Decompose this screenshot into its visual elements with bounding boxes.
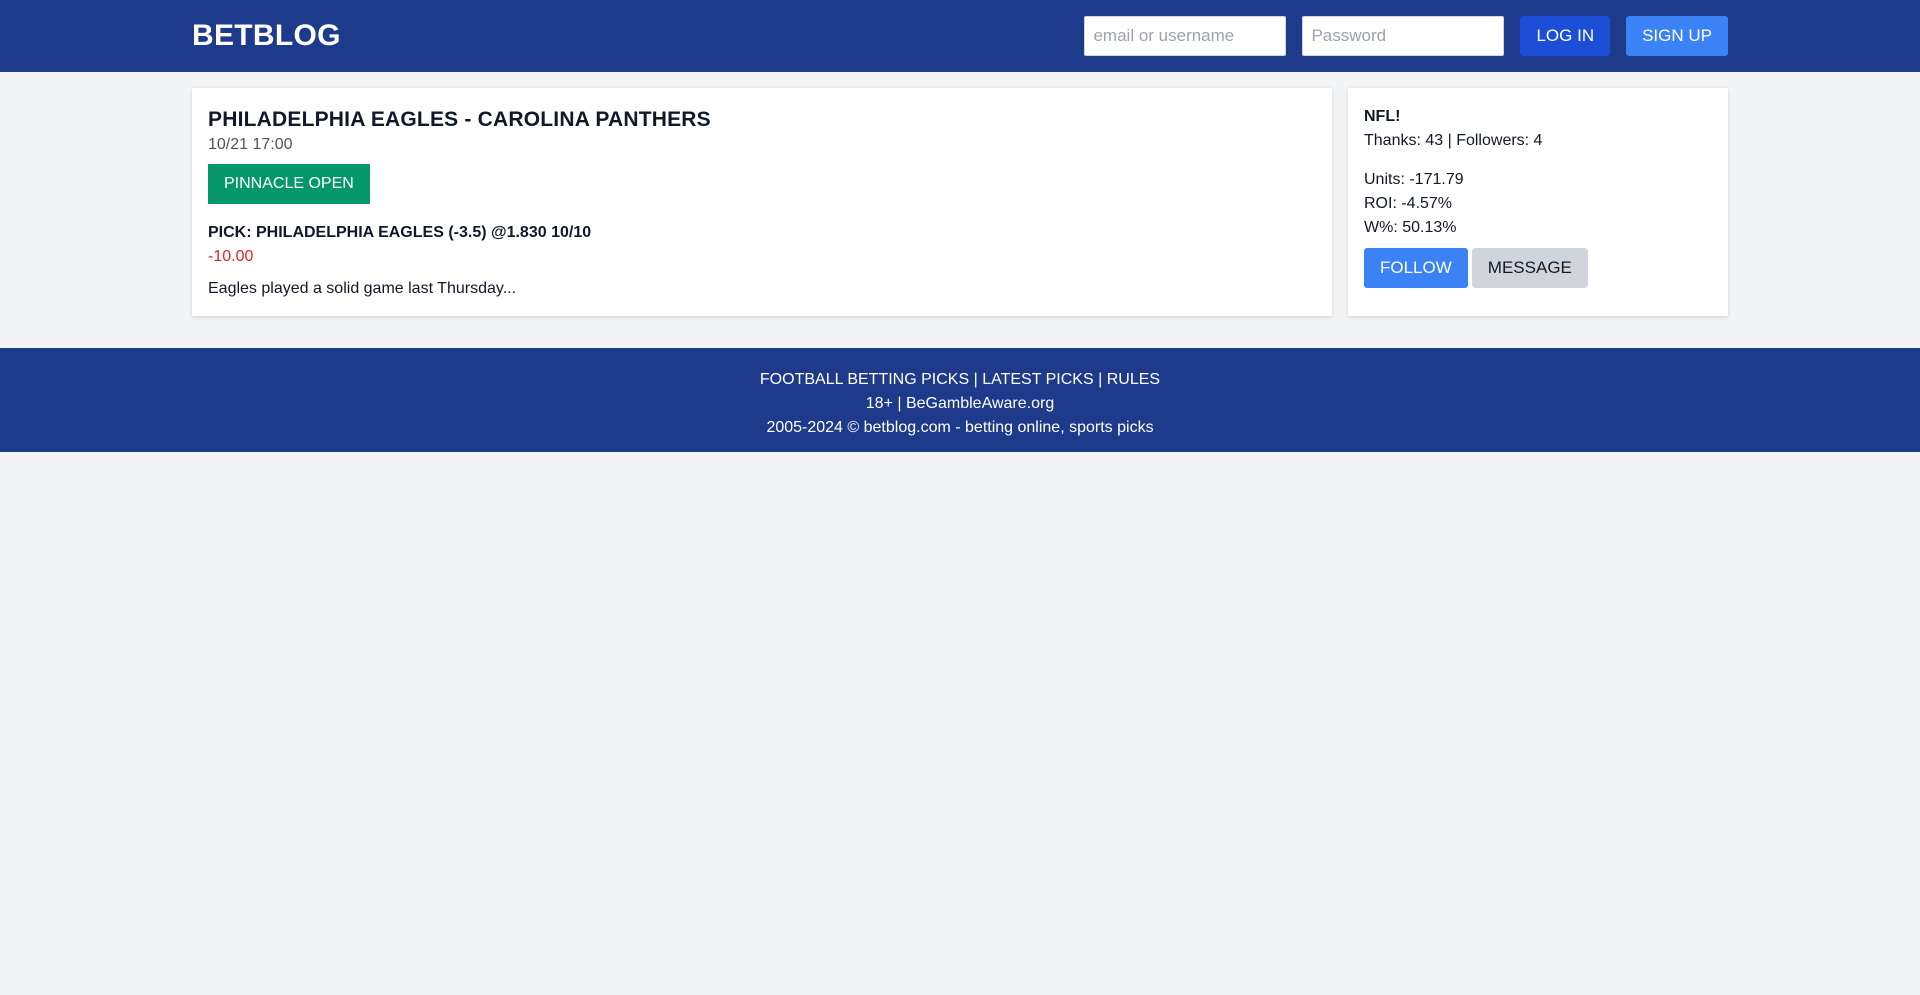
username-input[interactable] <box>1084 16 1287 56</box>
site-logo[interactable]: BETBLOG <box>192 19 341 53</box>
tipster-name[interactable]: NFL! <box>1364 108 1712 126</box>
tipster-stats: Units: -171.79 ROI: -4.57% W%: 50.13% <box>1364 168 1712 240</box>
signup-button[interactable]: SIGN UP <box>1626 16 1728 56</box>
footer-copyright: 2005-2024 © betblog.com - betting online… <box>766 419 1154 436</box>
top-header: BETBLOG LOG IN SIGN UP <box>0 0 1920 72</box>
header-inner: BETBLOG LOG IN SIGN UP <box>192 0 1728 72</box>
pick-comment: Eagles played a solid game last Thursday… <box>208 280 517 297</box>
footer-link-rules[interactable]: RULES <box>1107 371 1160 388</box>
footer-separator: | <box>897 395 902 412</box>
footer-separator: | <box>1098 371 1103 388</box>
footer-links: FOOTBALL BETTING PICKS | LATEST PICKS | … <box>0 368 1920 392</box>
match-datetime: 10/21 17:00 <box>208 136 293 153</box>
footer-separator: | <box>973 371 978 388</box>
tipster-roi: ROI: -4.57% <box>1364 195 1453 212</box>
password-input[interactable] <box>1302 16 1505 56</box>
match-title: PHILADELPHIA EAGLES - CAROLINA PANTHERS <box>208 108 711 131</box>
login-button[interactable]: LOG IN <box>1520 16 1611 56</box>
tipster-card: NFL! Thanks: 43 | Followers: 4 Units: -1… <box>1348 88 1728 316</box>
footer-link-football-picks[interactable]: FOOTBALL BETTING PICKS <box>760 371 969 388</box>
site-footer: FOOTBALL BETTING PICKS | LATEST PICKS | … <box>0 348 1920 452</box>
login-form: LOG IN SIGN UP <box>1084 16 1728 56</box>
pick-result: -10.00 <box>208 248 254 265</box>
pick-card: PHILADELPHIA EAGLES - CAROLINA PANTHERS … <box>192 88 1332 316</box>
tipster-actions: FOLLOW MESSAGE <box>1364 248 1712 288</box>
follow-button[interactable]: FOLLOW <box>1364 248 1468 288</box>
tipster-thanks-followers: Thanks: 43 | Followers: 4 <box>1364 132 1543 149</box>
main-content: PHILADELPHIA EAGLES - CAROLINA PANTHERS … <box>192 88 1728 316</box>
tipster-units: Units: -171.79 <box>1364 171 1464 188</box>
footer-link-latest-picks[interactable]: LATEST PICKS <box>982 371 1093 388</box>
footer-age-notice: 18+ <box>865 395 893 412</box>
pinnacle-odds-button[interactable]: PINNACLE OPEN <box>208 164 370 204</box>
pick-line: PICK: PHILADELPHIA EAGLES (-3.5) @1.830 … <box>208 224 592 241</box>
message-button[interactable]: MESSAGE <box>1471 248 1588 288</box>
tipster-win-pct: W%: 50.13% <box>1364 219 1457 236</box>
footer-responsible: 18+ | BeGambleAware.org <box>0 392 1920 416</box>
footer-link-gambleaware[interactable]: BeGambleAware.org <box>906 395 1054 412</box>
